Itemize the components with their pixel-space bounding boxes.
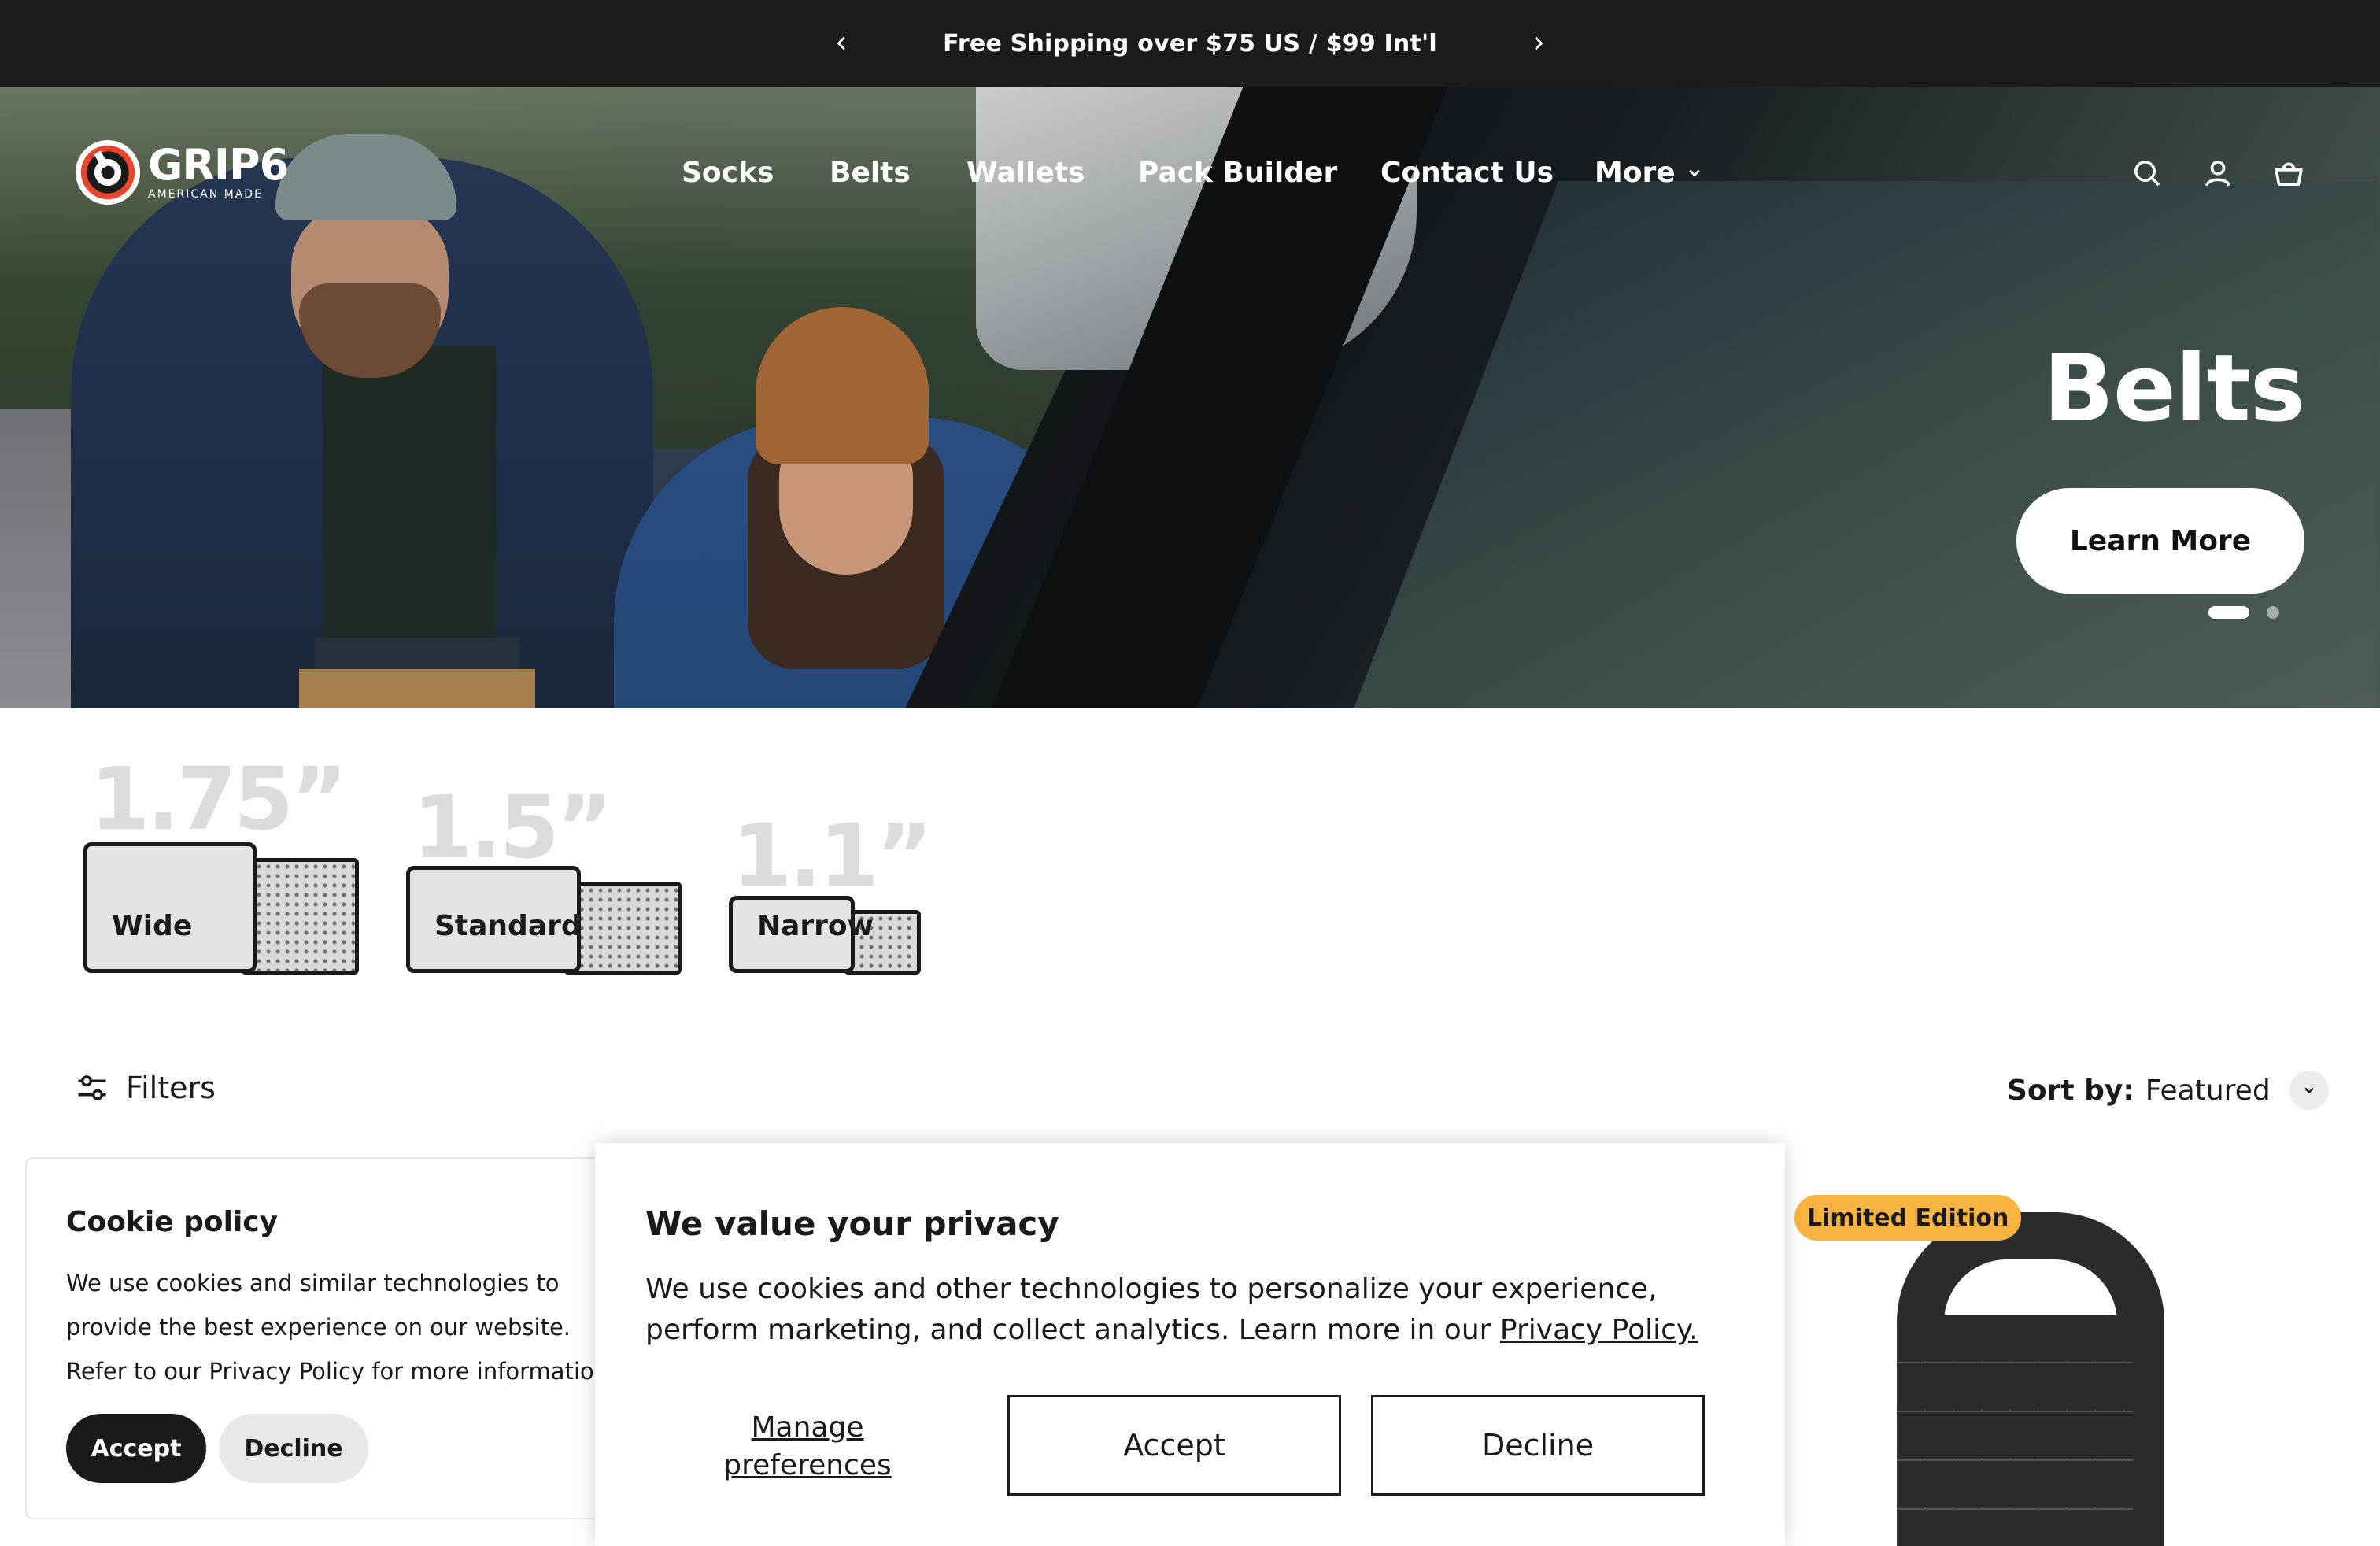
cookie-policy-text: We use cookies and similar technologies …: [66, 1270, 616, 1385]
width-card-narrow[interactable]: 1.1” Narrow: [724, 756, 984, 992]
chevron-down-icon: [2304, 1087, 2314, 1094]
width-size-label: 1.1”: [732, 805, 933, 906]
limited-edition-badge: Limited Edition: [1794, 1195, 2022, 1241]
belt-buckle-illustration: [83, 842, 257, 973]
width-name-label: Narrow: [757, 910, 874, 942]
manage-preferences-link[interactable]: Manage preferences: [689, 1409, 926, 1485]
slide-dot-1[interactable]: [2208, 606, 2249, 619]
account-icon: [2205, 161, 2230, 187]
belt-width-selector: 1.75” Wide 1.5” Standard 1.1” Narrow: [76, 756, 1020, 992]
nav-item-pack-builder[interactable]: Pack Builder: [1138, 150, 1337, 197]
brand-name: GRIP6: [148, 140, 289, 190]
sort-chevron: [2289, 1071, 2329, 1110]
announcement-next-button[interactable]: [1514, 0, 1561, 87]
cart-icon: [2275, 162, 2303, 187]
learn-more-button[interactable]: Learn More: [2016, 488, 2304, 594]
width-name-label: Wide: [112, 910, 193, 942]
chevron-down-icon: [1688, 169, 1700, 177]
slide-dot-2[interactable]: [2267, 606, 2279, 619]
privacy-policy-link[interactable]: Privacy Policy.: [1500, 1314, 1698, 1346]
search-button[interactable]: [2125, 151, 2169, 195]
sliders-icon: [78, 1075, 106, 1100]
filters-button[interactable]: Filters: [76, 1071, 216, 1105]
cookie-accept-button[interactable]: Accept: [66, 1414, 206, 1483]
announcement-bar: Free Shipping over $75 US / $99 Int'l: [0, 0, 2380, 87]
nav-item-more-label: More: [1595, 157, 1676, 189]
width-size-label: 1.75”: [90, 749, 348, 849]
nav-item-wallets[interactable]: Wallets: [966, 150, 1085, 197]
hero-photo-pants: [299, 669, 535, 708]
width-size-label: 1.5”: [412, 777, 613, 878]
header-actions: [2125, 151, 2314, 195]
product-image[interactable]: [1873, 1212, 2188, 1546]
cookie-policy-title: Cookie policy: [66, 1206, 279, 1238]
nav-item-socks[interactable]: Socks: [682, 150, 774, 197]
announcement-prev-button[interactable]: [819, 0, 866, 87]
belt-strap-illustration: [241, 858, 359, 975]
search-icon: [2134, 161, 2160, 187]
privacy-decline-button[interactable]: Decline: [1371, 1395, 1705, 1496]
privacy-modal-text: We use cookies and other technologies to…: [645, 1269, 1747, 1351]
grip6-logo-icon: [76, 140, 140, 205]
hero-slide-dots: [2208, 606, 2279, 619]
privacy-modal-title: We value your privacy: [645, 1204, 1059, 1243]
width-name-label: Standard: [434, 910, 582, 942]
hero-photo-belt: [315, 638, 519, 669]
announcement-message: Free Shipping over $75 US / $99 Int'l: [943, 29, 1437, 57]
privacy-modal: We value your privacy We use cookies and…: [595, 1143, 1785, 1546]
account-button[interactable]: [2196, 151, 2240, 195]
filters-label: Filters: [126, 1071, 216, 1105]
cookie-policy-panel: Cookie policy We use cookies and similar…: [25, 1157, 639, 1519]
nav-item-belts[interactable]: Belts: [830, 150, 911, 197]
hero-title: Belts: [2042, 334, 2305, 442]
cart-button[interactable]: [2267, 151, 2311, 195]
nav-item-more[interactable]: More: [1595, 150, 1702, 197]
cookie-decline-button[interactable]: Decline: [219, 1414, 368, 1483]
brand-tagline: AMERICAN MADE: [148, 188, 263, 201]
width-card-standard[interactable]: 1.5” Standard: [398, 756, 689, 992]
privacy-accept-button[interactable]: Accept: [1007, 1395, 1341, 1496]
sort-label: Sort by:: [2007, 1074, 2134, 1107]
chevron-right-icon: [1535, 36, 1543, 50]
sort-dropdown[interactable]: Sort by: Featured: [2007, 1071, 2329, 1110]
chevron-left-icon: [837, 36, 845, 50]
sort-value: Featured: [2145, 1074, 2271, 1107]
belt-pattern-image: [1897, 1315, 2133, 1546]
nav-item-contact-us[interactable]: Contact Us: [1380, 150, 1554, 197]
width-card-wide[interactable]: 1.75” Wide: [76, 756, 367, 992]
brand-logo[interactable]: GRIP6 AMERICAN MADE: [76, 140, 289, 205]
